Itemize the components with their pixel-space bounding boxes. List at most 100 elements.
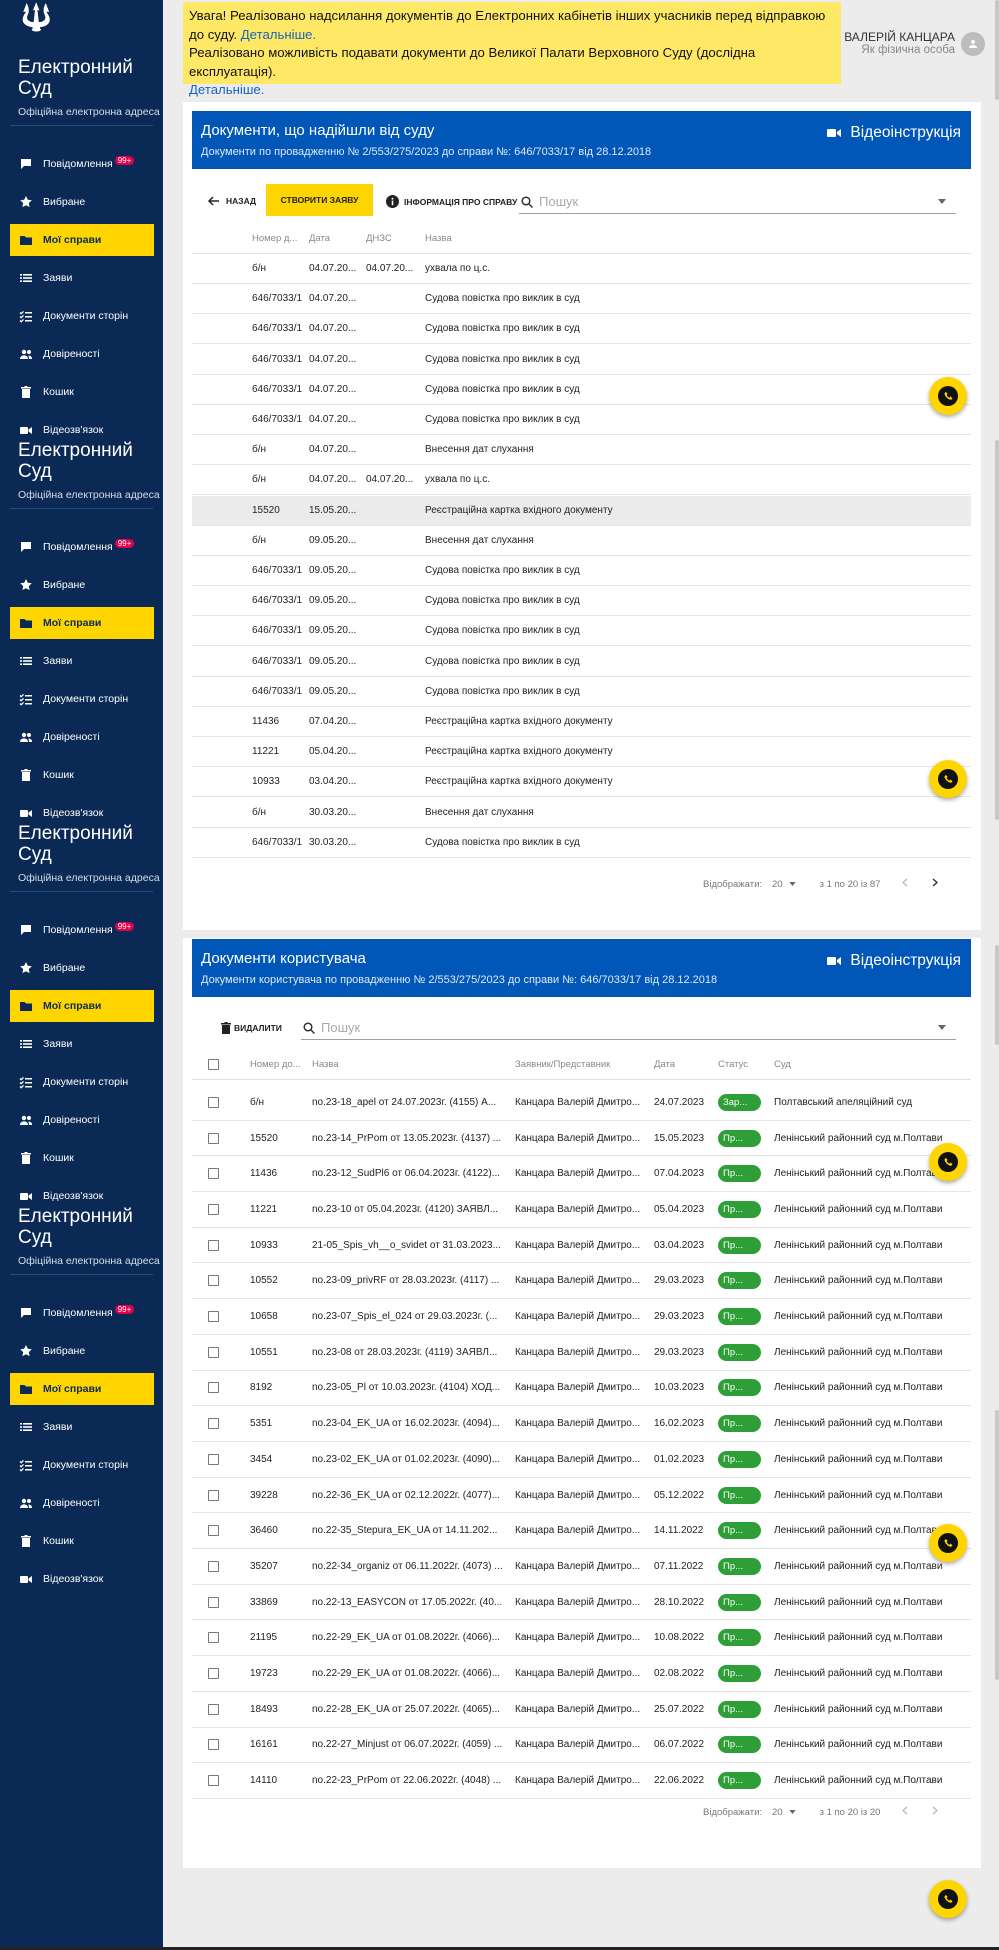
table-row[interactable]: б/н 04.07.20... 04.07.20... ухвала по ц.с. [192, 465, 971, 496]
row-checkbox[interactable] [208, 1763, 219, 1798]
row-checkbox[interactable] [208, 1121, 219, 1156]
video-instruction-link[interactable]: Відеоінструкція [827, 124, 961, 142]
row-checkbox[interactable] [208, 1728, 219, 1763]
table-row[interactable]: 646/7033/1 04.07.20... Судова повістка про… [192, 375, 971, 405]
sidebar-item[interactable]: Документи сторін [10, 300, 154, 332]
row-checkbox[interactable] [208, 1264, 219, 1299]
scrollbar-thumb[interactable] [995, 1410, 999, 1680]
table-row[interactable]: 21195 no.22-29_EK_UA от 01.08.2022г. (406… [192, 1621, 971, 1657]
sidebar-item[interactable]: Мої справи [10, 1373, 154, 1405]
checkbox-box[interactable] [208, 1059, 219, 1070]
checkbox-box[interactable] [208, 1239, 219, 1251]
table-row[interactable]: 39228 no.22-36_EK_UA от 02.12.2022г. (407… [192, 1478, 971, 1514]
next-page-button[interactable] [932, 878, 939, 890]
back-button[interactable]: НАЗАД [208, 196, 256, 206]
checkbox-box[interactable] [208, 1739, 219, 1751]
prev-page-button[interactable] [902, 878, 908, 890]
next-page-button[interactable] [932, 1806, 939, 1818]
row-checkbox[interactable] [208, 1406, 219, 1441]
user-docs-search[interactable] [301, 1016, 956, 1040]
table-row[interactable]: 11436 07.04.20... Реєстраційна картка вхід… [192, 707, 971, 737]
table-row[interactable]: 10551 no.23-08 от 28.03.2023г. (4119) ЗАЯ… [192, 1335, 971, 1371]
row-checkbox[interactable] [208, 1513, 219, 1548]
sidebar-item[interactable]: Повідомлення 99+ [10, 531, 154, 563]
court-docs-search-input[interactable] [539, 194, 938, 209]
sidebar-item[interactable]: Повідомлення 99+ [10, 148, 154, 180]
sidebar-item[interactable]: Вибране [10, 1335, 154, 1367]
row-checkbox[interactable] [208, 1085, 219, 1120]
table-row[interactable]: б/н 30.03.20... Внесення дат слухання [192, 798, 971, 828]
table-row[interactable]: 35207 no.22-34_organiz от 06.11.2022г. (4… [192, 1549, 971, 1585]
column-header[interactable]: Суд [774, 1050, 971, 1079]
column-header[interactable]: Дата [654, 1050, 714, 1079]
checkbox-box[interactable] [208, 1703, 219, 1715]
sidebar-item[interactable]: Заяви [10, 262, 154, 294]
call-button[interactable] [929, 1524, 967, 1562]
sidebar-item[interactable]: Відеозв'язок [10, 1563, 154, 1595]
column-header[interactable]: Заявник/Представник [515, 1050, 649, 1079]
sidebar-item[interactable]: Вибране [10, 186, 154, 218]
sidebar-item[interactable]: Вибране [10, 569, 154, 601]
checkbox-box[interactable] [208, 1346, 219, 1358]
checkbox-box[interactable] [208, 1560, 219, 1572]
checkbox-box[interactable] [208, 1489, 219, 1501]
column-header[interactable]: Дата [309, 224, 364, 253]
select-all-checkbox[interactable] [208, 1050, 219, 1079]
table-row[interactable]: 646/7033/1 09.05.20... Судова повістка про… [192, 647, 971, 677]
column-header[interactable]: Назва [425, 224, 725, 253]
table-row[interactable]: 16161 no.22-27_Minjust от 06.07.2022г. (4… [192, 1728, 971, 1764]
row-checkbox[interactable] [208, 1585, 219, 1620]
sidebar-item[interactable]: Заяви [10, 645, 154, 677]
table-row[interactable]: 646/7033/1 04.07.20... Судова повістка про… [192, 345, 971, 375]
sidebar-item[interactable]: Документи сторін [10, 683, 154, 715]
checkbox-box[interactable] [208, 1596, 219, 1608]
call-button[interactable] [929, 760, 967, 798]
call-button[interactable] [929, 1143, 967, 1181]
checkbox-box[interactable] [208, 1525, 219, 1537]
sidebar-item[interactable]: Мої справи [10, 607, 154, 639]
sidebar-item[interactable]: Документи сторін [10, 1066, 154, 1098]
checkbox-box[interactable] [208, 1668, 219, 1680]
court-docs-search[interactable] [519, 190, 956, 214]
create-application-button[interactable]: СТВОРИТИ ЗАЯВУ [266, 184, 373, 216]
sidebar-item[interactable]: Мої справи [10, 224, 154, 256]
row-checkbox[interactable] [208, 1656, 219, 1691]
table-row[interactable]: б/н 09.05.20... Внесення дат слухання [192, 526, 971, 556]
table-row[interactable]: 646/7033/1 09.05.20... Судова повістка про… [192, 677, 971, 707]
checkbox-box[interactable] [208, 1632, 219, 1644]
row-checkbox[interactable] [208, 1442, 219, 1477]
delete-button[interactable]: ВИДАЛИТИ [221, 1022, 282, 1034]
row-checkbox[interactable] [208, 1621, 219, 1656]
checkbox-box[interactable] [208, 1382, 219, 1394]
sidebar-item[interactable]: Заяви [10, 1411, 154, 1443]
column-header[interactable]: ДНЗС [366, 224, 421, 253]
table-row[interactable]: 5351 no.23-04_EK_UA от 16.02.2023г. (4094… [192, 1406, 971, 1442]
case-info-button[interactable]: ІНФОРМАЦІЯ ПРО СПРАВУ [386, 195, 517, 208]
sidebar-item[interactable]: Повідомлення 99+ [10, 914, 154, 946]
table-row[interactable]: 646/7033/1 04.07.20... Судова повістка про… [192, 314, 971, 345]
notice-link-2[interactable]: Детальніше. [189, 82, 264, 97]
call-button[interactable] [929, 377, 967, 415]
call-button[interactable] [929, 1880, 967, 1918]
column-header[interactable]: Номер до... [250, 1050, 310, 1079]
table-row[interactable]: б/н no.23-18_apel от 24.07.2023г. (4155) … [192, 1085, 971, 1121]
table-row[interactable]: 10933 03.04.20... Реєстраційна картка вхід… [192, 767, 971, 798]
prev-page-button[interactable] [902, 1806, 908, 1818]
avatar[interactable] [961, 32, 985, 56]
column-header[interactable]: Номер д... [252, 224, 307, 253]
table-row[interactable]: 33869 no.22-13_EASYCON от 17.05.2022г. (4… [192, 1585, 971, 1621]
row-checkbox[interactable] [208, 1478, 219, 1513]
sidebar-item[interactable]: Довіреності [10, 1104, 154, 1136]
checkbox-box[interactable] [208, 1132, 219, 1144]
row-checkbox[interactable] [208, 1299, 219, 1334]
checkbox-box[interactable] [208, 1168, 219, 1180]
table-row[interactable]: 11221 no.23-10 от 05.04.2023г. (4120) ЗАЯ… [192, 1192, 971, 1228]
scrollbar-thumb[interactable] [995, 945, 999, 1045]
video-instruction-link[interactable]: Відеоінструкція [827, 952, 961, 970]
checkbox-box[interactable] [208, 1453, 219, 1465]
table-row[interactable]: 646/7033/1 04.07.20... Судова повістка про… [192, 405, 971, 435]
table-row[interactable]: 14110 no.22-23_PrPom от 22.06.2022г. (404… [192, 1763, 971, 1799]
checkbox-box[interactable] [208, 1096, 219, 1108]
table-row[interactable]: 15520 no.23-14_PrPom от 13.05.2023г. (413… [192, 1121, 971, 1157]
sidebar-item[interactable]: Повідомлення 99+ [10, 1297, 154, 1329]
